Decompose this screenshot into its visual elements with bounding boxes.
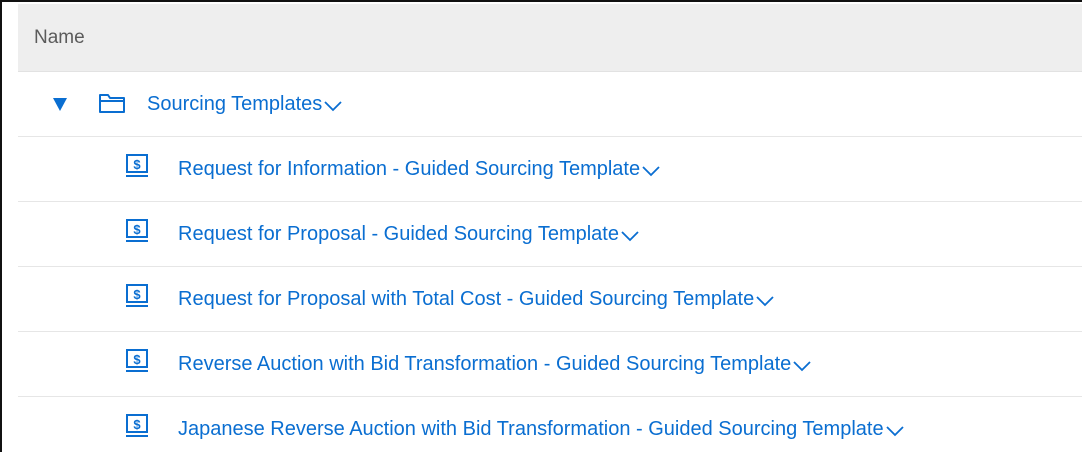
table-header: Name [18, 4, 1082, 72]
tree-row-template[interactable]: $ Request for Information - Guided Sourc… [18, 137, 1082, 202]
triangle-down-icon[interactable] [52, 95, 68, 113]
template-label: Japanese Reverse Auction with Bid Transf… [178, 418, 884, 440]
template-label: Request for Proposal - Guided Sourcing T… [178, 223, 619, 245]
tree-table: Name Sourcing Templates $ Request for In… [0, 0, 1082, 452]
tree-row-template[interactable]: $ Request for Proposal - Guided Sourcing… [18, 202, 1082, 267]
svg-text:$: $ [133, 352, 141, 367]
tree-row-template[interactable]: $ Japanese Reverse Auction with Bid Tran… [18, 397, 1082, 462]
template-label: Reverse Auction with Bid Transformation … [178, 353, 792, 375]
sourcing-template-icon: $ [126, 219, 148, 242]
tree-row-template[interactable]: $ Reverse Auction with Bid Transformatio… [18, 332, 1082, 397]
chevron-down-icon[interactable] [885, 425, 904, 437]
tree-row-template[interactable]: $ Request for Proposal with Total Cost -… [18, 267, 1082, 332]
chevron-down-icon[interactable] [793, 360, 811, 372]
chevron-down-icon[interactable] [621, 230, 639, 242]
chevron-down-icon[interactable] [756, 295, 774, 307]
template-link[interactable]: Request for Information - Guided Sourcin… [178, 137, 660, 202]
folder-label: Sourcing Templates [147, 93, 323, 115]
svg-text:$: $ [133, 157, 141, 172]
svg-text:$: $ [133, 417, 141, 432]
svg-text:$: $ [133, 287, 141, 302]
chevron-down-icon[interactable] [324, 100, 342, 112]
template-link[interactable]: Reverse Auction with Bid Transformation … [178, 332, 811, 397]
chevron-down-icon[interactable] [642, 165, 660, 177]
template-link[interactable]: Request for Proposal - Guided Sourcing T… [178, 202, 639, 267]
tree-row-folder[interactable]: Sourcing Templates [18, 72, 1082, 137]
template-label: Request for Proposal with Total Cost - G… [178, 288, 755, 310]
sourcing-template-icon: $ [126, 414, 148, 437]
sourcing-template-icon: $ [126, 154, 148, 177]
template-link[interactable]: Japanese Reverse Auction with Bid Transf… [178, 397, 904, 462]
column-header-name[interactable]: Name [34, 4, 85, 72]
sourcing-template-icon: $ [126, 349, 148, 372]
template-label: Request for Information - Guided Sourcin… [178, 158, 641, 180]
sourcing-template-icon: $ [126, 284, 148, 307]
template-link[interactable]: Request for Proposal with Total Cost - G… [178, 267, 774, 332]
folder-link[interactable]: Sourcing Templates [147, 72, 342, 137]
svg-text:$: $ [133, 222, 141, 237]
folder-icon [99, 94, 125, 113]
